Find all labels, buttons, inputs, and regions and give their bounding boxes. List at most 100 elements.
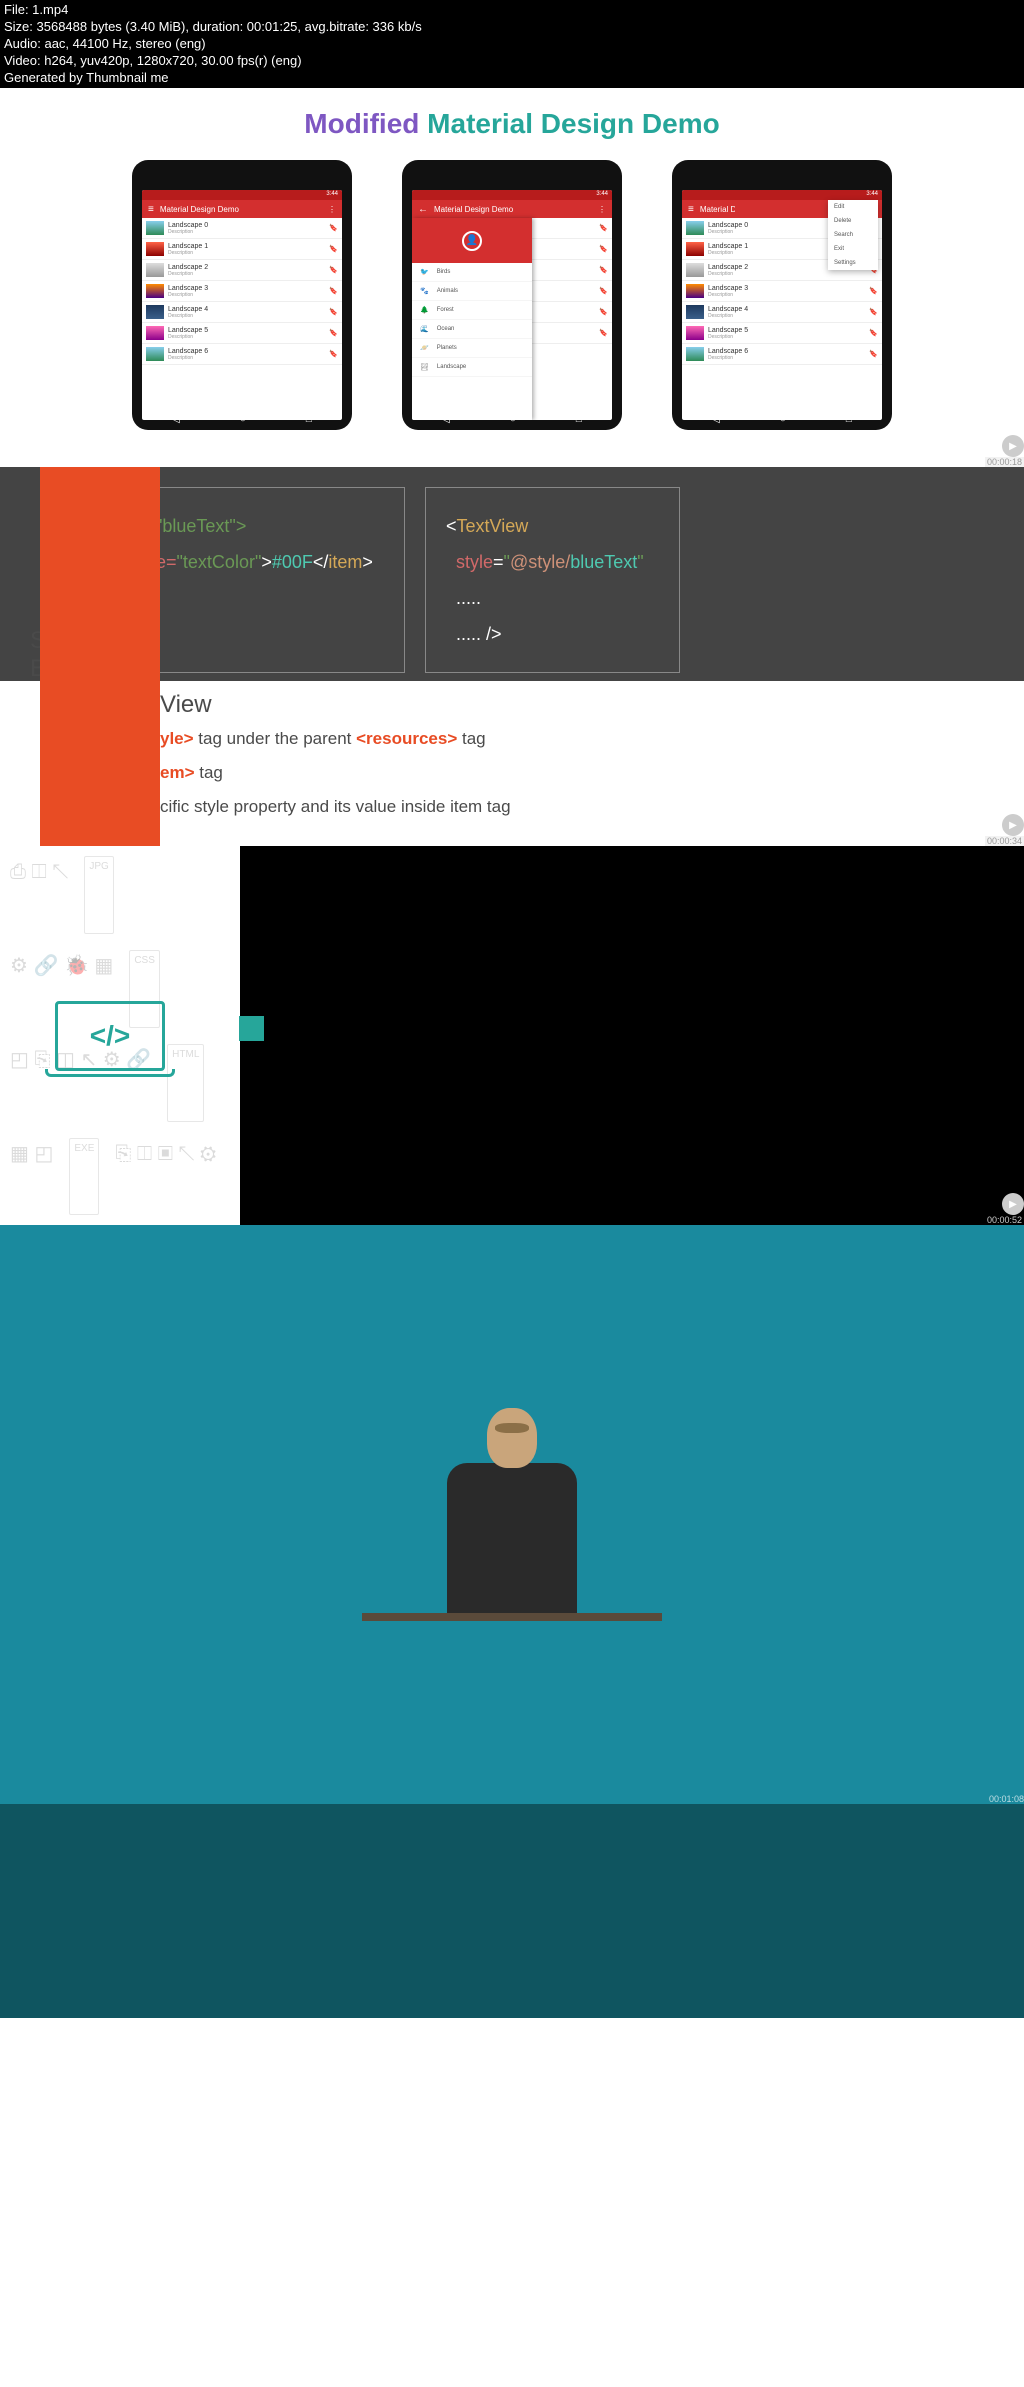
bookmark-icon[interactable]: 🔖: [329, 350, 338, 358]
bookmark-icon[interactable]: 🔖: [329, 224, 338, 232]
home-icon[interactable]: ○: [510, 414, 516, 425]
laptop-icon: </>: [45, 1001, 175, 1086]
drawer-item[interactable]: 🌲Forest: [412, 301, 532, 320]
thumbnail-icon: [146, 242, 164, 256]
drawer-item[interactable]: 🌊Ocean: [412, 320, 532, 339]
drawer-header: 👤: [412, 218, 532, 263]
popup-item[interactable]: Search: [828, 228, 878, 242]
popup-item[interactable]: Settings: [828, 256, 878, 270]
list-item[interactable]: Landscape 0Description🔖: [142, 218, 342, 239]
overflow-icon[interactable]: ⋮: [328, 205, 336, 214]
thumbnail-3: ⎙ ◫ ↖ JPG ⚙ 🔗 🐞 ▦ CSS ◰ ⎘ ◫ ↖ ⚙ 🔗 HTML ▦…: [0, 846, 1024, 1225]
timestamp: 00:00:52: [985, 1215, 1024, 1225]
landscape-icon: 🏞: [420, 363, 429, 371]
bookmark-icon[interactable]: 🔖: [329, 308, 338, 316]
recent-icon[interactable]: □: [576, 414, 582, 425]
thumbnail-4: 00:01:08: [0, 1225, 1024, 1804]
timestamp: 00:00:34: [985, 836, 1024, 846]
home-icon[interactable]: ○: [240, 414, 246, 425]
bird-icon: 🐦: [420, 268, 429, 276]
back-icon[interactable]: ◁: [712, 414, 720, 425]
list-item[interactable]: Landscape 4Description🔖: [142, 302, 342, 323]
view-label: View: [160, 691, 1004, 719]
play-icon[interactable]: ▶: [1002, 814, 1024, 836]
app-title: Material Design Demo: [434, 205, 513, 214]
list-item[interactable]: Landscape 5Description🔖: [142, 323, 342, 344]
desk: [362, 1613, 662, 1621]
orange-overlay: [40, 467, 160, 846]
file-line: File: 1.mp4: [4, 2, 1020, 19]
nav-drawer: 👤 🐦Birds 🐾Animals 🌲Forest 🌊Ocean 🪐Planet…: [412, 218, 532, 420]
animal-icon: 🐾: [420, 287, 429, 295]
timestamp: 00:01:08: [989, 1794, 1024, 1804]
list-item[interactable]: Landscape 6Description🔖: [142, 344, 342, 365]
torso: [447, 1463, 577, 1613]
phone-1: 3:44 ≡ Material Design Demo ⋮ Landscape 0D…: [132, 160, 352, 430]
popup-item[interactable]: Exit: [828, 242, 878, 256]
person-figure: [362, 1408, 662, 1621]
title-rest: Material Design Demo: [419, 108, 719, 139]
list-item[interactable]: Landscape 3Description🔖: [142, 281, 342, 302]
back-icon[interactable]: ◁: [442, 414, 450, 425]
avatar-icon: 👤: [462, 231, 482, 251]
back-arrow-icon[interactable]: ←: [418, 204, 428, 215]
popup-menu: Edit Delete Search Exit Settings: [828, 200, 878, 270]
drawer-item[interactable]: 🐾Animals: [412, 282, 532, 301]
head: [487, 1408, 537, 1468]
teal-marker: [239, 1016, 264, 1041]
nav-buttons: ◁ ○ □: [142, 414, 342, 425]
hamburger-icon[interactable]: ≡: [688, 204, 694, 215]
overflow-icon[interactable]: ⋮: [598, 205, 606, 214]
recent-icon[interactable]: □: [846, 414, 852, 425]
phone-2: 3:44 ←Material Design Demo⋮ Landscape 0🔖…: [402, 160, 622, 430]
phone-3: 3:44 ≡Material Design Demo Edit Delete S…: [672, 160, 892, 430]
thumbnail-icon: [146, 284, 164, 298]
code-box-2: <TextView style="@style/blueText" ..... …: [425, 487, 680, 673]
black-panel: ▶00:00:52: [240, 846, 1024, 1225]
phone-mockups: 3:44 ≡ Material Design Demo ⋮ Landscape 0D…: [0, 150, 1024, 430]
thumbnail-5: [0, 1804, 1024, 2018]
back-icon[interactable]: ◁: [172, 414, 180, 425]
icon-pattern-bg: ⎙ ◫ ↖ JPG ⚙ 🔗 🐞 ▦ CSS ◰ ⎘ ◫ ↖ ⚙ 🔗 HTML ▦…: [0, 846, 240, 1225]
generated-line: Generated by Thumbnail me: [4, 70, 1020, 87]
hamburger-icon[interactable]: ≡: [148, 204, 154, 215]
popup-item[interactable]: Edit: [828, 200, 878, 214]
ocean-icon: 🌊: [420, 325, 429, 333]
code-symbol: </>: [55, 1001, 165, 1071]
drawer-item[interactable]: 🪐Planets: [412, 339, 532, 358]
app-bar: ≡ Material Design Demo ⋮: [142, 200, 342, 218]
thumbnail-icon: [146, 221, 164, 235]
app-title: Material Design Demo: [160, 205, 239, 214]
forest-icon: 🌲: [420, 306, 429, 314]
play-icon[interactable]: ▶: [1002, 435, 1024, 457]
drawer-item[interactable]: 🏞Landscape: [412, 358, 532, 377]
home-icon[interactable]: ○: [780, 414, 786, 425]
thumbnail-2: Sty Bas "blueText"> e="textColor">#00F</…: [0, 467, 1024, 846]
list-item[interactable]: Landscape 2Description🔖: [142, 260, 342, 281]
play-icon[interactable]: ▶: [1002, 1193, 1024, 1215]
status-bar: 3:44: [142, 190, 342, 200]
bookmark-icon[interactable]: 🔖: [329, 245, 338, 253]
thumbnail-icon: [146, 305, 164, 319]
planet-icon: 🪐: [420, 344, 429, 352]
app-bar: ← Material Design Demo ⋮: [412, 200, 612, 218]
status-bar: 3:44: [412, 190, 612, 200]
video-metadata-header: File: 1.mp4 Size: 3568488 bytes (3.40 Mi…: [0, 0, 1024, 88]
audio-line: Audio: aac, 44100 Hz, stereo (eng): [4, 36, 1020, 53]
video-line: Video: h264, yuv420p, 1280x720, 30.00 fp…: [4, 53, 1020, 70]
recent-icon[interactable]: □: [306, 414, 312, 425]
thumbnail-icon: [146, 326, 164, 340]
bookmark-icon[interactable]: 🔖: [329, 266, 338, 274]
timestamp: 00:00:18: [985, 457, 1024, 467]
bookmark-icon[interactable]: 🔖: [329, 287, 338, 295]
thumbnail-icon: [146, 347, 164, 361]
list-item[interactable]: Landscape 1Description🔖: [142, 239, 342, 260]
bookmark-icon[interactable]: 🔖: [329, 329, 338, 337]
title-modified: Modified: [304, 108, 419, 139]
thumbnail-1: Modified Material Design Demo 3:44 ≡Mate…: [0, 88, 1024, 467]
popup-item[interactable]: Delete: [828, 214, 878, 228]
thumbnail-icon: [146, 263, 164, 277]
size-line: Size: 3568488 bytes (3.40 MiB), duration…: [4, 19, 1020, 36]
drawer-item[interactable]: 🐦Birds: [412, 263, 532, 282]
slide-title: Modified Material Design Demo: [0, 88, 1024, 150]
